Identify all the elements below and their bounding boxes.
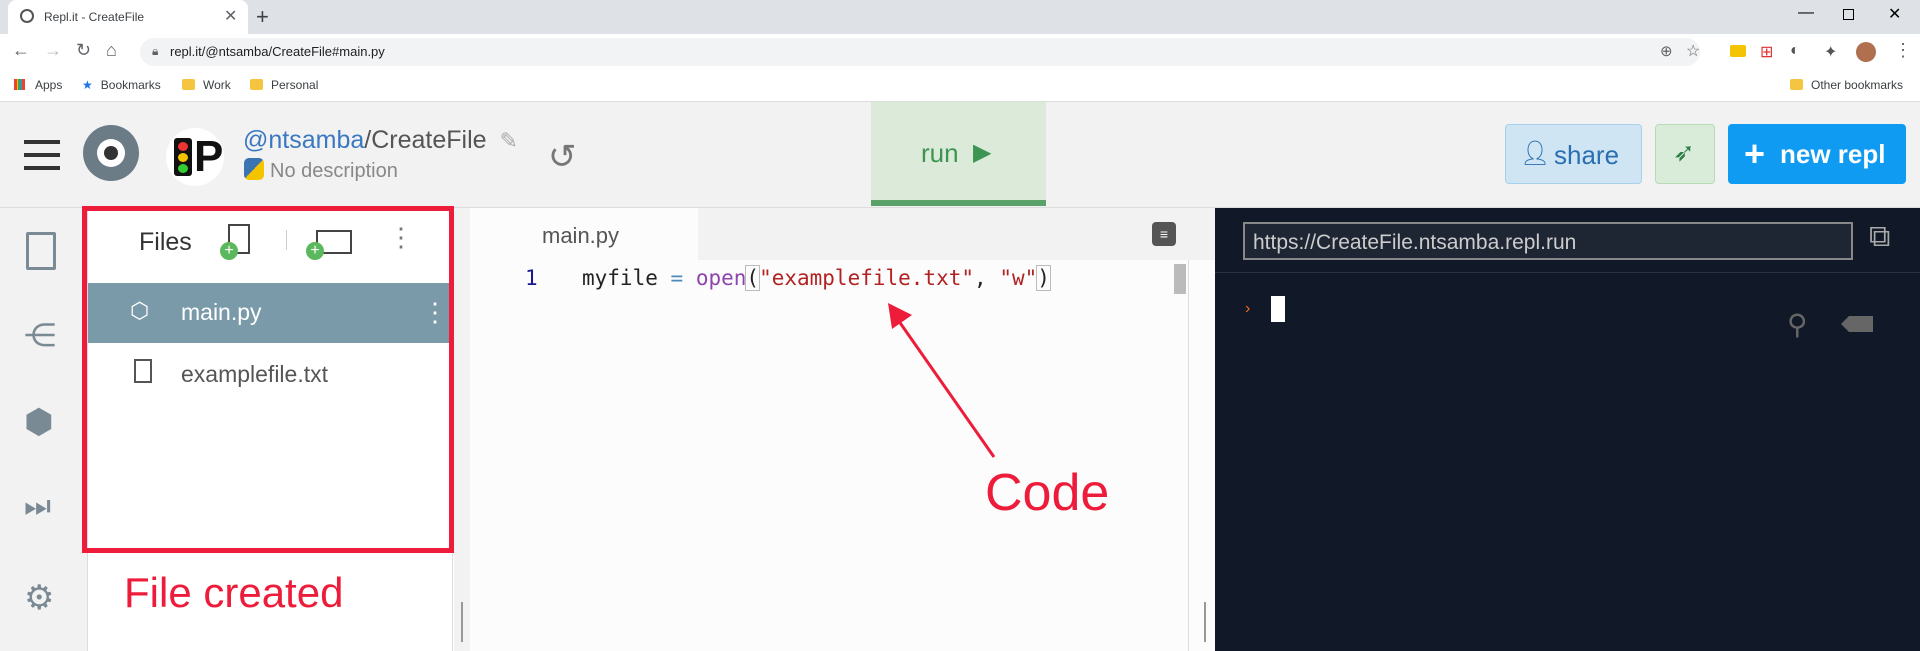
star-icon: ★ [82,78,93,92]
window-close-icon[interactable]: ✕ [1888,4,1901,24]
console-panel: https://CreateFile.ntsamba.repl.run ⧉ › … [1215,208,1920,651]
new-repl-button[interactable]: + new repl [1728,124,1906,184]
share-label: share [1554,140,1620,170]
settings-gear-icon[interactable]: ⚙ [24,578,54,618]
extension-icon[interactable] [1730,45,1746,57]
address-bar[interactable]: 🔒︎ repl.it/@ntsamba/CreateFile#main.py ⊕… [140,38,1700,66]
console-prompt-icon: › [1245,300,1251,317]
restore-icon[interactable] [1843,9,1854,20]
extension-icon[interactable]: ◐ [1790,42,1800,60]
resize-handle[interactable] [1204,602,1206,642]
annotation-file-created: File created [124,569,344,616]
menu-dots-icon[interactable]: ⋮ [1894,40,1912,61]
left-sidebar: ⋲ ⬢ ⏭ ⚙ [0,208,88,651]
browser-tab[interactable]: Repl.it - CreateFile ✕ [8,0,248,34]
run-label: run [921,138,959,168]
share-nodes-icon[interactable]: ⋲ [24,316,56,354]
add-user-icon: 👤︎ [1520,140,1551,167]
clear-console-icon[interactable] [1841,316,1873,332]
webview-url-field[interactable]: https://CreateFile.ntsamba.repl.run [1243,222,1853,260]
repl-description[interactable]: No description [270,160,398,182]
owner-link[interactable]: @ntsamba [243,126,364,154]
extension-icon[interactable]: ⊞ [1760,42,1773,62]
tab-title: Repl.it - CreateFile [44,10,145,24]
bookmarks-bar: Apps ★ Bookmarks Work Personal Other book… [0,70,1920,102]
play-icon: ▶ [973,139,992,166]
zoom-icon[interactable]: ⊕ [1660,42,1673,60]
search-icon[interactable]: ⚲ [1787,308,1808,341]
folder-icon [182,79,195,90]
puzzle-icon[interactable]: ✦ [1824,42,1837,62]
folder-icon [250,79,263,90]
new-tab-icon[interactable]: + [256,4,269,30]
format-code-icon[interactable]: ≡ [1152,222,1176,246]
lock-icon: 🔒︎ [152,44,159,58]
rocket-icon: ➶ [1673,137,1695,167]
repl-name[interactable]: CreateFile [371,126,486,154]
console-divider [1215,272,1920,273]
webview-url: https://CreateFile.ntsamba.repl.run [1253,231,1577,254]
debugger-icon[interactable]: ⏭ [24,490,51,524]
hamburger-menu-icon[interactable] [24,140,60,170]
deploy-button[interactable]: ➶ [1655,124,1715,184]
history-icon[interactable]: ↺ [548,137,577,177]
url-text: repl.it/@ntsamba/CreateFile#main.py [170,44,385,59]
repl-favicon-icon [20,9,34,23]
apps-grid-icon [14,79,25,90]
open-external-icon[interactable]: ⧉ [1869,220,1890,254]
files-highlight-box [82,206,454,553]
repl-description-row: No description [244,158,398,183]
repl-title: @ntsamba/CreateFile ✎ [243,126,518,154]
bookmark-work[interactable]: Work [182,78,231,92]
code-editor[interactable]: main.py ≡ 1 myfile = open("examplefile.t… [470,208,1215,651]
bookmark-bookmarks[interactable]: ★ Bookmarks [82,78,161,92]
panel-divider[interactable] [454,208,470,651]
annotation-arrow [888,303,996,458]
console-cursor[interactable] [1271,296,1285,322]
python-icon [244,158,264,180]
bookmark-apps[interactable]: Apps [14,78,62,92]
editor-ruler [1188,260,1189,651]
editor-tab-bar: main.py ≡ [470,208,1215,260]
files-icon[interactable] [26,232,56,270]
package-icon[interactable]: ⬢ [24,402,54,442]
back-icon[interactable]: ← [12,40,30,61]
editor-tab-label: main.py [542,223,620,248]
close-icon[interactable]: ✕ [224,6,237,26]
profile-avatar[interactable] [1856,42,1876,62]
pencil-icon[interactable]: ✎ [500,128,518,153]
minimize-icon[interactable]: — [1798,4,1814,22]
star-icon[interactable]: ☆ [1686,41,1700,61]
new-repl-label: new repl [1780,139,1886,169]
forward-icon[interactable]: → [44,40,62,61]
code-line: 1 myfile = open("examplefile.txt", "w") [470,264,1175,296]
bookmark-personal[interactable]: Personal [250,78,318,92]
editor-tab[interactable]: main.py [470,208,698,260]
reload-icon[interactable]: ↻ [76,40,91,61]
line-number: 1 [525,266,538,290]
code-text: myfile = open("examplefile.txt", "w") [582,265,1051,291]
home-icon[interactable]: ⌂ [106,40,117,61]
bookmark-other[interactable]: Other bookmarks [1790,78,1903,92]
editor-scrollbar-thumb[interactable] [1174,264,1186,294]
share-button[interactable]: 👤︎ share [1505,124,1642,184]
annotation-code: Code [985,464,1110,522]
repl-avatar: P [166,128,224,186]
plus-icon: + [1744,133,1766,174]
folder-icon [1790,79,1803,90]
run-button[interactable]: run ▶ [871,102,1046,206]
browser-tab-strip: Repl.it - CreateFile ✕ + — ✕ [0,0,1920,34]
replit-logo-icon[interactable] [83,125,139,181]
